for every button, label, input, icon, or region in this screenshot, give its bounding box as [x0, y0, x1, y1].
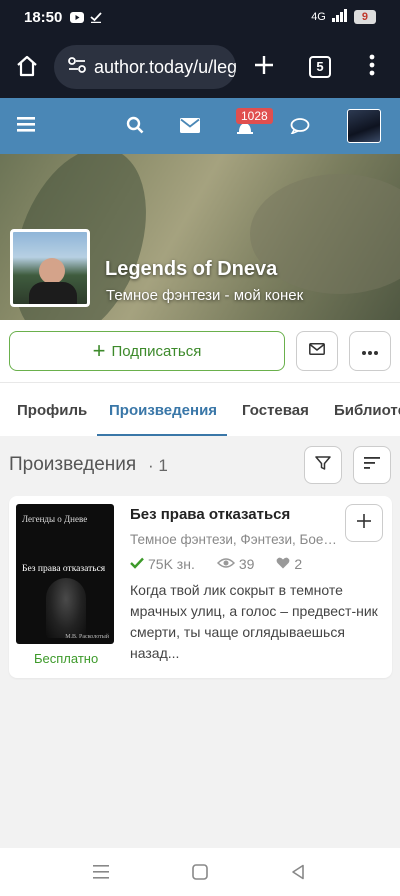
more-options-button[interactable] — [349, 331, 391, 371]
send-message-button[interactable] — [296, 331, 338, 371]
recent-apps-icon[interactable] — [93, 865, 109, 884]
chat-icon[interactable] — [290, 118, 310, 139]
heart-icon — [276, 556, 290, 572]
tab-guestbook[interactable]: Гостевая — [242, 402, 309, 419]
works-count: · 1 — [148, 456, 168, 475]
subscribe-label: Подписаться — [111, 342, 202, 360]
home-icon[interactable] — [15, 54, 39, 83]
profile-avatar[interactable] — [10, 229, 90, 307]
site-header: 1028 — [0, 98, 400, 154]
filter-button[interactable] — [304, 446, 342, 484]
book-cover[interactable]: Легенды о Дневе Без права отказаться М.В… — [16, 504, 114, 644]
book-description: Когда твой лик сокрыт в темноте мрачных … — [130, 582, 378, 661]
tab-switcher-button[interactable]: 5 — [309, 56, 331, 78]
notifications-badge[interactable]: 1028 — [236, 108, 273, 124]
profile-tabs: Профиль Произведения Гостевая Библиотека — [0, 382, 400, 436]
url-text: author.today/u/legends_of_dneva — [94, 56, 236, 77]
user-avatar[interactable] — [347, 109, 381, 143]
plus-icon — [356, 513, 372, 534]
cover-hooded-figure — [46, 578, 86, 638]
plus-icon: + — [92, 338, 106, 363]
book-title[interactable]: Без права отказаться — [130, 506, 290, 523]
profile-name: Legends of Dneva — [105, 258, 278, 280]
site-settings-icon[interactable] — [68, 56, 86, 78]
youtube-icon — [70, 10, 84, 28]
battery-indicator: 9 — [353, 10, 376, 24]
cover-series: Легенды о Дневе — [22, 514, 88, 524]
signal-icon — [331, 9, 348, 25]
envelope-icon — [309, 342, 325, 360]
browser-menu-icon[interactable] — [369, 54, 375, 81]
cover-author: М.В. Расколотый — [65, 634, 109, 640]
book-views: 39 — [238, 556, 255, 572]
add-to-library-button[interactable] — [345, 504, 383, 542]
subscribe-button[interactable]: + Подписаться — [9, 331, 285, 371]
search-icon[interactable] — [126, 116, 144, 139]
book-card[interactable]: Легенды о Дневе Без права отказаться М.В… — [9, 496, 392, 678]
book-stats: 75K зн. 39 2 — [130, 556, 302, 572]
hamburger-menu-icon[interactable] — [17, 116, 35, 137]
cover-title: Без права отказаться — [22, 564, 106, 574]
price-label: Бесплатно — [34, 651, 99, 666]
book-genres[interactable]: Темное фэнтези, Фэнтези, Боевое фэнтези — [130, 532, 340, 547]
new-tab-icon[interactable] — [253, 54, 275, 81]
works-heading: Произведения — [9, 454, 137, 475]
browser-toolbar: author.today/u/legends_of_dneva 5 — [0, 36, 400, 98]
book-chars: 75K зн. — [148, 556, 195, 572]
filter-icon — [315, 455, 331, 476]
network-type: 4G — [311, 11, 326, 23]
mail-icon[interactable] — [180, 118, 200, 138]
sort-button[interactable] — [353, 446, 391, 484]
tab-library[interactable]: Библиотека — [334, 402, 400, 419]
address-bar[interactable]: author.today/u/legends_of_dneva — [54, 45, 236, 89]
system-nav-bar — [0, 848, 400, 896]
sort-icon — [364, 456, 380, 474]
status-bar: 18:50 4G 9 — [0, 0, 400, 36]
eye-icon — [216, 556, 235, 572]
active-tab-indicator — [97, 434, 227, 436]
checkmark-icon — [130, 556, 144, 572]
profile-actions: + Подписаться — [0, 320, 400, 382]
download-done-icon — [90, 10, 102, 28]
book-likes: 2 — [294, 556, 303, 572]
tab-profile[interactable]: Профиль — [17, 402, 87, 419]
more-dots-icon — [362, 342, 378, 360]
back-nav-icon[interactable] — [291, 864, 305, 885]
status-time: 18:50 — [24, 9, 63, 26]
profile-tagline: Темное фэнтези - мой конек — [106, 287, 304, 304]
home-nav-icon[interactable] — [192, 864, 208, 885]
tab-works[interactable]: Произведения — [109, 402, 217, 419]
